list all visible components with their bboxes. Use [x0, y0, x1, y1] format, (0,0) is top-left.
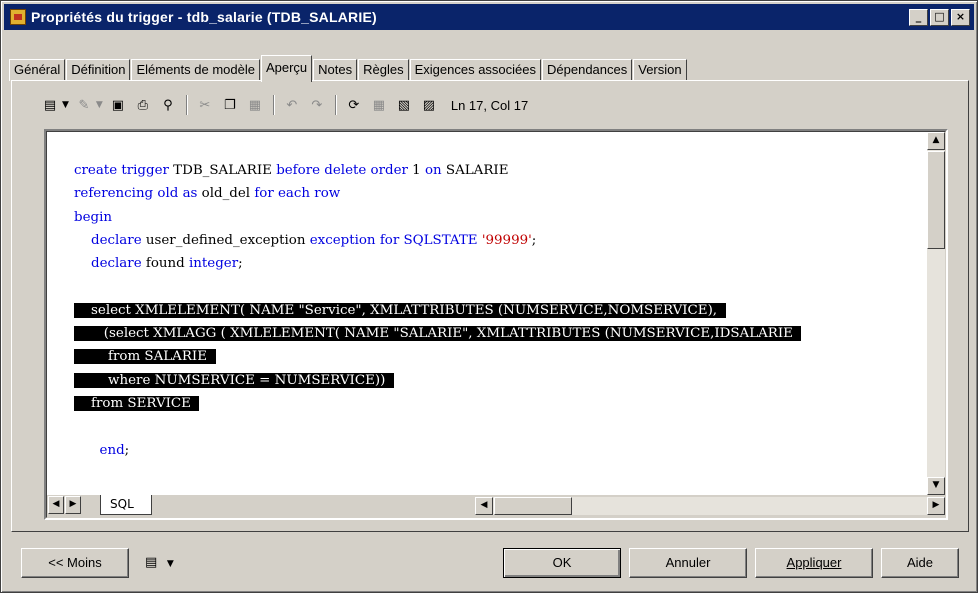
code-line: end;	[99, 442, 130, 458]
sql-editor: create trigger TDB_SALARIE before delete…	[44, 129, 948, 520]
tab-rules[interactable]: Règles	[358, 59, 409, 81]
copy-icon[interactable]: ❐	[221, 96, 239, 114]
vertical-scroll-thumb[interactable]	[927, 151, 945, 249]
edit-dropdown-arrow[interactable]: ▼	[96, 100, 103, 110]
code-line: referencing old as old_del for each row	[74, 186, 341, 202]
selected-code: (select XMLAGG ( XMLELEMENT( NAME "SALAR…	[74, 326, 802, 342]
tab-preview[interactable]: Aperçu	[260, 55, 313, 82]
toolbar: ▤ ▼ ✎ ▼ ▣ ⎙ ⚲ ✂ ❐ ▦ ↶ ↷ ⟳ ▦ ▧ ▨ Ln 17, C…	[41, 91, 528, 119]
code-area[interactable]: create trigger TDB_SALARIE before delete…	[47, 132, 927, 495]
cut-icon[interactable]: ✂	[196, 96, 214, 114]
cursor-position: Ln 17, Col 17	[450, 97, 529, 113]
code-line: begin	[74, 209, 112, 225]
undo-icon[interactable]: ↶	[283, 96, 301, 114]
scroll-right-button[interactable]: ▶	[927, 497, 945, 515]
scroll-left-button[interactable]: ◀	[475, 497, 493, 515]
apply-button[interactable]: Appliquer	[755, 548, 873, 578]
code-line: from SALARIE	[74, 345, 801, 368]
trigger-icon	[10, 9, 26, 25]
ok-button[interactable]: OK	[503, 548, 621, 578]
selected-code: from SALARIE	[74, 349, 216, 365]
code-line: declare user_defined_exception exception…	[91, 232, 537, 248]
code-line: select XMLELEMENT( NAME "Service", XMLAT…	[74, 299, 801, 322]
close-button[interactable]: ×	[951, 8, 970, 26]
scroll-up-button[interactable]: ▲	[927, 132, 945, 150]
horizontal-scrollbar[interactable]: ◀ ▶	[475, 497, 945, 515]
properties-icon: ▤	[145, 555, 158, 570]
selected-code: from SERVICE	[74, 395, 200, 411]
help-button[interactable]: Aide	[881, 548, 959, 578]
apply-label: Appliquer	[786, 555, 842, 570]
toolbar-separator	[334, 95, 337, 115]
toolbar-separator	[185, 95, 188, 115]
find-icon[interactable]: ⚲	[159, 96, 177, 114]
sheet-next-button[interactable]: ▶	[65, 496, 81, 514]
toolbar-separator	[272, 95, 275, 115]
grid-icon[interactable]: ▦	[370, 96, 388, 114]
scroll-down-button[interactable]: ▼	[927, 477, 945, 495]
horizontal-scroll-thumb[interactable]	[494, 497, 572, 515]
edit-icon[interactable]: ✎	[75, 96, 93, 114]
save-icon[interactable]: ▣	[109, 96, 127, 114]
edit-table-icon[interactable]: ▧	[395, 96, 413, 114]
code-lines: create trigger TDB_SALARIE before delete…	[74, 159, 802, 462]
selected-code: where NUMSERVICE = NUMSERVICE))	[74, 372, 394, 388]
tab-definition[interactable]: Définition	[66, 59, 131, 81]
code-line: (select XMLAGG ( XMLELEMENT( NAME "SALAR…	[74, 322, 802, 345]
title-bar[interactable]: Propriétés du trigger - tdb_salarie (TDB…	[4, 4, 974, 30]
properties-window: Propriétés du trigger - tdb_salarie (TDB…	[0, 0, 978, 593]
code-line: create trigger TDB_SALARIE before delete…	[74, 163, 509, 178]
vertical-scrollbar[interactable]: ▲ ▼	[927, 132, 945, 495]
sheet-tab-sql[interactable]: SQL	[100, 495, 152, 515]
chevron-down-icon: ▼	[166, 559, 174, 569]
print-icon[interactable]: ⎙	[134, 96, 152, 114]
selected-code: select XMLELEMENT( NAME "Service", XMLAT…	[74, 302, 726, 318]
tab-strip: Général Définition Eléments de modèle Ap…	[9, 53, 688, 82]
paste-icon[interactable]: ▦	[246, 96, 264, 114]
minimize-button[interactable]: _	[909, 8, 928, 26]
maximize-button[interactable]: □	[930, 8, 949, 26]
redo-icon[interactable]: ↷	[308, 96, 326, 114]
refresh-icon[interactable]: ⟳	[345, 96, 363, 114]
sheet-prev-button[interactable]: ◀	[48, 496, 64, 514]
code-line: where NUMSERVICE = NUMSERVICE))	[74, 369, 801, 392]
tab-general[interactable]: Général	[9, 59, 66, 81]
tab-dependencies[interactable]: Dépendances	[542, 59, 633, 81]
tab-version[interactable]: Version	[633, 59, 687, 81]
window-title: Propriétés du trigger - tdb_salarie (TDB…	[31, 9, 377, 25]
code-line: from SERVICE	[74, 392, 801, 415]
tab-requirements[interactable]: Exigences associées	[409, 59, 542, 81]
code-line: declare found integer;	[91, 256, 243, 272]
preview-menu-button[interactable]: ▤ ▼	[137, 548, 195, 578]
properties-dropdown-arrow[interactable]: ▼	[62, 100, 69, 110]
tab-notes[interactable]: Notes	[313, 59, 358, 81]
properties-icon[interactable]: ▤	[41, 96, 59, 114]
export-icon[interactable]: ▨	[420, 96, 438, 114]
tab-model-elements[interactable]: Eléments de modèle	[131, 59, 260, 81]
less-button[interactable]: << Moins	[21, 548, 129, 578]
cancel-button[interactable]: Annuler	[629, 548, 747, 578]
sheet-strip: ◀ ▶ SQL ◀ ▶	[47, 495, 945, 517]
